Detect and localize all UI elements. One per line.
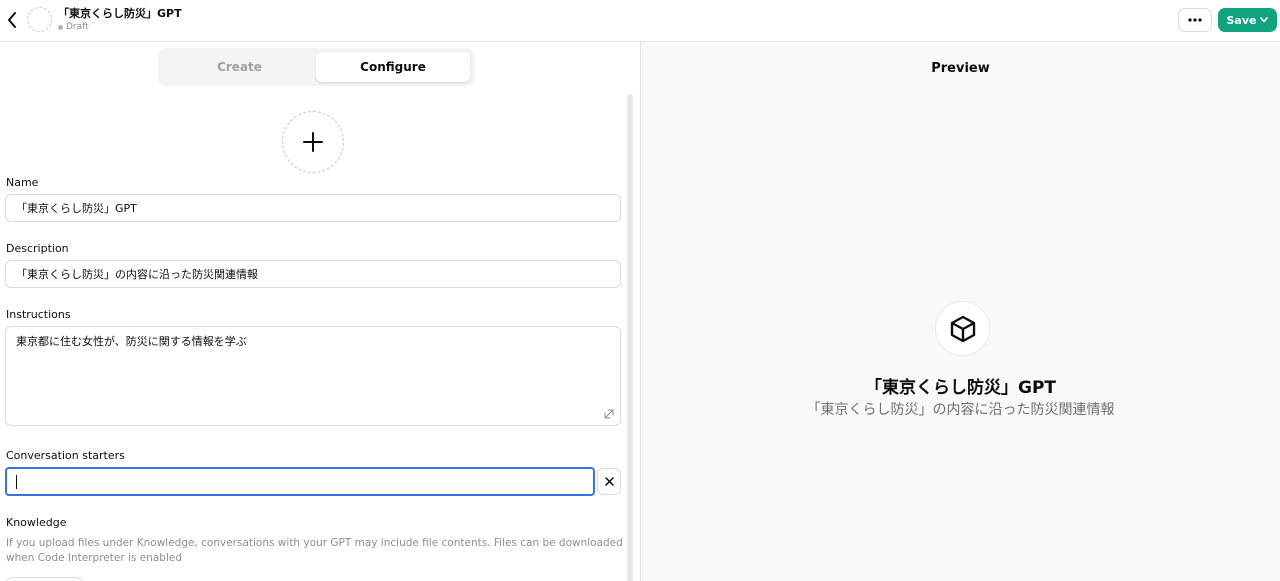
add-image-button[interactable] [282, 111, 344, 173]
description-label: Description [6, 242, 69, 255]
conversation-starter-input[interactable] [5, 467, 595, 496]
instructions-textarea[interactable]: 東京都に住む女性が、防災に関する情報を学ぶ [5, 326, 621, 426]
upload-files-button[interactable] [5, 577, 84, 581]
top-bar: 「東京くらし防災」GPT Draft Save [0, 0, 1280, 42]
back-button[interactable] [4, 9, 20, 31]
close-icon [604, 477, 614, 486]
description-input[interactable]: 「東京くらし防災」の内容に沿った防災関連情報 [5, 260, 621, 288]
save-button-label: Save [1226, 13, 1257, 27]
preview-label: Preview [931, 61, 990, 76]
status-text: Draft [66, 22, 89, 32]
tab-create[interactable]: Create [162, 52, 317, 82]
cube-icon [950, 315, 975, 342]
knowledge-label: Knowledge [6, 516, 67, 529]
draft-status: Draft [58, 21, 182, 33]
knowledge-help-text: If you upload files under Knowledge, con… [6, 537, 623, 564]
chevron-down-icon [1260, 17, 1269, 23]
resize-handle-icon[interactable] [604, 409, 614, 419]
scrollbar[interactable] [627, 94, 633, 581]
preview-pane: Preview 「東京くらし防災」GPT 「東京くらし防災」の内容に沿った防災関… [641, 42, 1280, 581]
gpt-title: 「東京くらし防災」GPT [58, 7, 182, 20]
ellipsis-icon [1188, 18, 1202, 22]
save-button[interactable]: Save [1218, 8, 1277, 32]
name-input[interactable]: 「東京くらし防災」GPT [5, 194, 621, 222]
chevron-left-icon [8, 12, 16, 28]
tab-configure[interactable]: Configure [316, 52, 470, 82]
text-caret [16, 475, 17, 489]
preview-gpt-description: 「東京くらし防災」の内容に沿った防災関連情報 [806, 402, 1115, 418]
configure-pane: Create Configure Name 「東京くらし防災」GPT Descr… [0, 42, 640, 581]
gpt-avatar [27, 7, 52, 32]
name-label: Name [6, 176, 39, 189]
conversation-starters-label: Conversation starters [6, 449, 125, 462]
gpt-title-block: 「東京くらし防災」GPT Draft [58, 7, 182, 33]
mode-tabs: Create Configure [158, 48, 475, 86]
remove-starter-button[interactable] [597, 468, 621, 495]
more-options-button[interactable] [1178, 8, 1212, 32]
instructions-text: 東京都に住む女性が、防災に関する情報を学ぶ [16, 335, 247, 348]
instructions-label: Instructions [6, 308, 71, 321]
preview-gpt-name: 「東京くらし防災」GPT [864, 378, 1056, 398]
preview-gpt-icon [935, 301, 990, 356]
status-dot-icon [58, 24, 63, 30]
plus-icon [303, 132, 323, 152]
